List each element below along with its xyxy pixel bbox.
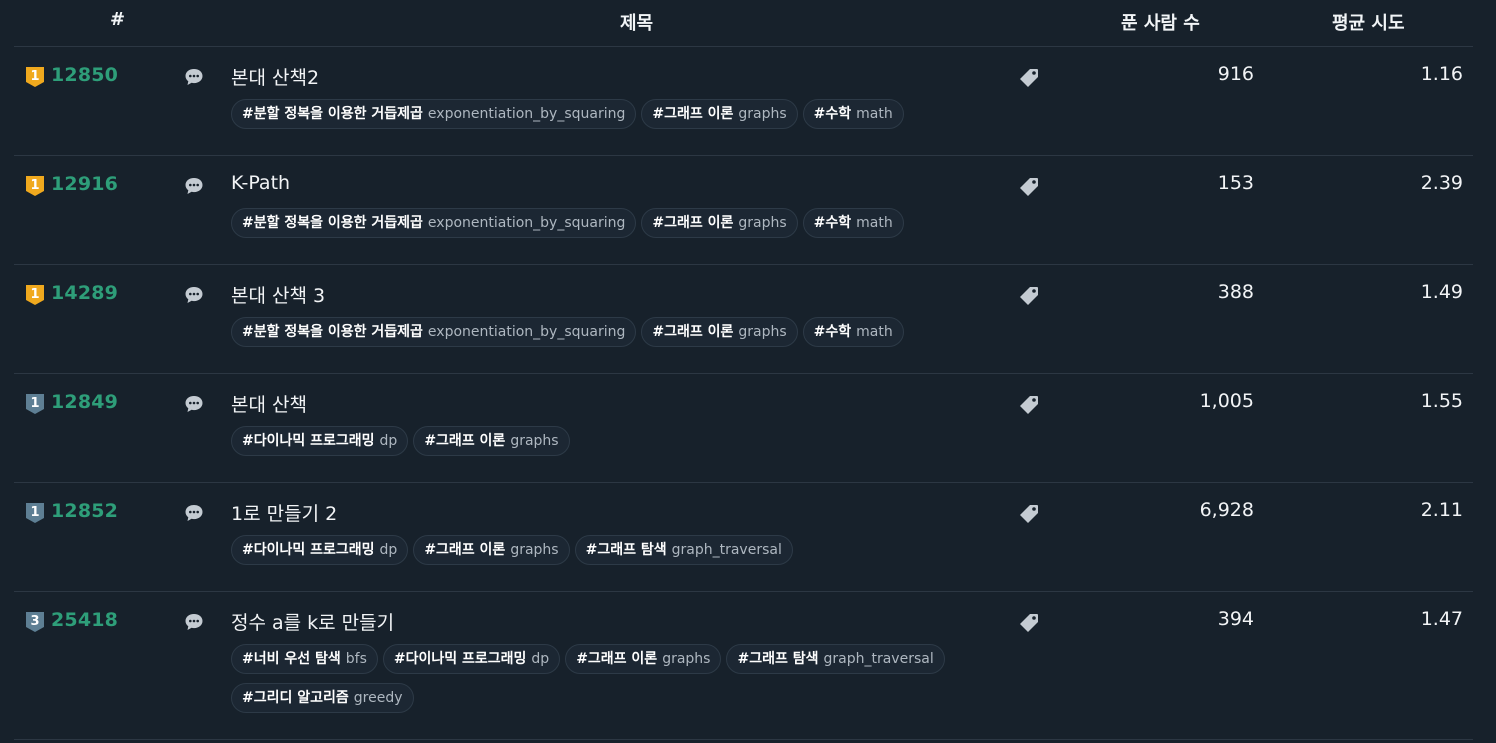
- tier-badge-icon: 1: [26, 176, 44, 196]
- problem-title[interactable]: 본대 산책: [231, 390, 307, 417]
- table-row: 3 25418 정수 a를 k로 만들기 394 1.47 #너비 우선 탐색 b…: [14, 592, 1473, 740]
- svg-text:1: 1: [30, 505, 39, 520]
- problem-title[interactable]: K-Path: [231, 172, 290, 194]
- average-tries: 1.16: [1420, 63, 1463, 85]
- chat-bubble-icon[interactable]: [184, 503, 204, 523]
- chat-bubble-icon[interactable]: [184, 176, 204, 196]
- header-title[interactable]: 제목: [620, 9, 653, 35]
- average-tries: 2.39: [1420, 172, 1463, 194]
- svg-text:1: 1: [30, 396, 39, 411]
- header-solved-count[interactable]: 푼 사람 수: [1121, 9, 1200, 35]
- tag-list: #너비 우선 탐색 bfs #다이나믹 프로그래밍 dp #그래프 이론 graphs #그…: [231, 644, 991, 722]
- algorithm-tag[interactable]: #그래프 이론 graphs: [641, 99, 798, 129]
- tag-icon[interactable]: [1018, 612, 1040, 634]
- tag-list: #분할 정복을 이용한 거듭제곱 exponentiation_by_squari…: [231, 317, 991, 356]
- algorithm-tag[interactable]: #수학 math: [802, 317, 904, 347]
- tag-list: #분할 정복을 이용한 거듭제곱 exponentiation_by_squari…: [231, 99, 991, 138]
- tier-badge-icon: 1: [26, 394, 44, 414]
- table-row: 1 12852 1로 만들기 2 6,928 2.11 #다이나믹 프로그래밍 d…: [14, 483, 1473, 592]
- tier-badge-icon: 1: [26, 285, 44, 305]
- average-tries: 1.49: [1420, 281, 1463, 303]
- tag-icon[interactable]: [1018, 503, 1040, 525]
- chat-bubble-icon[interactable]: [184, 394, 204, 414]
- chat-bubble-icon[interactable]: [184, 285, 204, 305]
- problem-title[interactable]: 본대 산책 3: [231, 281, 325, 308]
- tag-list: #다이나믹 프로그래밍 dp #그래프 이론 graphs #그래프 탐색 graph_t…: [231, 535, 991, 574]
- algorithm-tag[interactable]: #그래프 이론 graphs: [641, 208, 798, 238]
- tag-list: #다이나믹 프로그래밍 dp #그래프 이론 graphs: [231, 426, 991, 465]
- algorithm-tag[interactable]: #다이나믹 프로그래밍 dp: [231, 535, 409, 565]
- tag-icon[interactable]: [1018, 67, 1040, 89]
- solved-count[interactable]: 153: [1218, 172, 1254, 194]
- tag-icon[interactable]: [1018, 176, 1040, 198]
- problem-id-link[interactable]: 12852: [51, 500, 118, 522]
- problem-id-link[interactable]: 12849: [51, 391, 118, 413]
- algorithm-tag[interactable]: #그래프 탐색 graph_traversal: [726, 644, 945, 674]
- svg-text:1: 1: [30, 287, 39, 302]
- solved-count[interactable]: 6,928: [1200, 499, 1254, 521]
- problem-id-link[interactable]: 12916: [51, 173, 118, 195]
- solved-count[interactable]: 388: [1218, 281, 1254, 303]
- algorithm-tag[interactable]: #다이나믹 프로그래밍 dp: [382, 644, 561, 674]
- svg-text:1: 1: [30, 178, 39, 193]
- table-row: 1 12849 본대 산책 1,005 1.55 #다이나믹 프로그래밍 dp #그…: [14, 374, 1473, 483]
- algorithm-tag[interactable]: #그래프 이론 graphs: [565, 644, 722, 674]
- algorithm-tag[interactable]: #분할 정복을 이용한 거듭제곱 exponentiation_by_squari…: [231, 317, 637, 347]
- algorithm-tag[interactable]: #수학 math: [802, 99, 904, 129]
- chat-bubble-icon[interactable]: [184, 67, 204, 87]
- algorithm-tag[interactable]: #그리디 알고리즘 greedy: [231, 683, 414, 713]
- svg-text:1: 1: [30, 69, 39, 84]
- average-tries: 2.11: [1420, 499, 1463, 521]
- solved-count[interactable]: 1,005: [1200, 390, 1254, 412]
- problem-id-link[interactable]: 12850: [51, 64, 118, 86]
- header-average-tries[interactable]: 평균 시도: [1332, 9, 1405, 35]
- problem-title[interactable]: 1로 만들기 2: [231, 499, 337, 526]
- tag-list: #분할 정복을 이용한 거듭제곱 exponentiation_by_squari…: [231, 208, 991, 247]
- chat-bubble-icon[interactable]: [184, 612, 204, 632]
- table-row: 1 12850 본대 산책2 916 1.16 #분할 정복을 이용한 거듭제곱…: [14, 47, 1473, 156]
- average-tries: 1.47: [1420, 608, 1463, 630]
- table-row: 1 12916 K-Path 153 2.39 #분할 정복을 이용한 거듭제곱…: [14, 156, 1473, 265]
- problem-title[interactable]: 본대 산책2: [231, 63, 319, 90]
- average-tries: 1.55: [1420, 390, 1463, 412]
- table-header: # 제목 푼 사람 수 평균 시도: [14, 0, 1473, 47]
- algorithm-tag[interactable]: #분할 정복을 이용한 거듭제곱 exponentiation_by_squari…: [231, 99, 637, 129]
- problem-title[interactable]: 정수 a를 k로 만들기: [231, 608, 394, 635]
- algorithm-tag[interactable]: #그래프 탐색 graph_traversal: [574, 535, 793, 565]
- tag-icon[interactable]: [1018, 285, 1040, 307]
- svg-text:3: 3: [30, 614, 39, 629]
- algorithm-tag[interactable]: #다이나믹 프로그래밍 dp: [231, 426, 409, 456]
- tier-badge-icon: 1: [26, 67, 44, 87]
- algorithm-tag[interactable]: #수학 math: [802, 208, 904, 238]
- problem-id-link[interactable]: 14289: [51, 282, 118, 304]
- problem-table: # 제목 푼 사람 수 평균 시도 1 12850 본대 산책2 916 1.1…: [14, 0, 1473, 740]
- algorithm-tag[interactable]: #그래프 이론 graphs: [413, 535, 570, 565]
- algorithm-tag[interactable]: #너비 우선 탐색 bfs: [231, 644, 378, 674]
- tier-badge-icon: 3: [26, 612, 44, 632]
- algorithm-tag[interactable]: #분할 정복을 이용한 거듭제곱 exponentiation_by_squari…: [231, 208, 637, 238]
- algorithm-tag[interactable]: #그래프 이론 graphs: [413, 426, 570, 456]
- solved-count[interactable]: 916: [1218, 63, 1254, 85]
- tier-badge-icon: 1: [26, 503, 44, 523]
- tag-icon[interactable]: [1018, 394, 1040, 416]
- problem-id-link[interactable]: 25418: [51, 609, 118, 631]
- solved-count[interactable]: 394: [1218, 608, 1254, 630]
- table-row: 1 14289 본대 산책 3 388 1.49 #분할 정복을 이용한 거듭제…: [14, 265, 1473, 374]
- algorithm-tag[interactable]: #그래프 이론 graphs: [641, 317, 798, 347]
- header-number: #: [110, 9, 126, 30]
